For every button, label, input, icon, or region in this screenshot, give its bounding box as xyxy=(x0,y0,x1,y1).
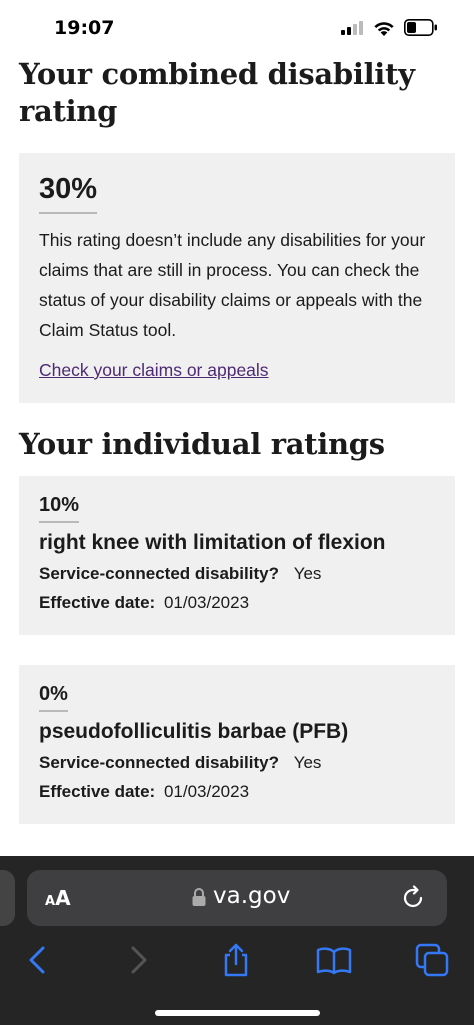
reload-icon[interactable] xyxy=(400,885,426,911)
effective-date-value: 01/03/2023 xyxy=(163,782,250,801)
check-claims-link[interactable]: Check your claims or appeals xyxy=(39,360,269,381)
rating-description: This rating doesn’t include any disabili… xyxy=(39,230,426,340)
text-size-large-glyph: A xyxy=(55,886,71,910)
effective-date-label: Effective date: xyxy=(39,782,156,801)
service-connected-row: Service-connected disability? Yes xyxy=(39,564,435,584)
combined-rating-value: 30% xyxy=(39,173,98,214)
main-content: Your combined disability rating 30% This… xyxy=(19,56,455,824)
service-connected-value: Yes xyxy=(293,753,322,772)
status-bar: 19:07 xyxy=(0,0,474,54)
wifi-icon xyxy=(374,22,394,36)
back-icon[interactable] xyxy=(20,942,56,978)
effective-date-label: Effective date: xyxy=(39,593,156,612)
status-time: 19:07 xyxy=(54,17,115,39)
url-text[interactable]: va.gov xyxy=(213,883,290,909)
rating-percent: 10% xyxy=(39,494,80,523)
disability-name: right knee with limitation of flexion xyxy=(39,531,386,554)
lock-icon xyxy=(192,888,206,906)
effective-date-row: Effective date: 01/03/2023 xyxy=(39,782,435,802)
bookmarks-icon[interactable] xyxy=(316,942,352,978)
individual-ratings-title: Your individual ratings xyxy=(19,427,385,461)
home-indicator xyxy=(155,1010,320,1016)
effective-date-row: Effective date: 01/03/2023 xyxy=(39,593,435,613)
battery-icon xyxy=(404,19,437,36)
rating-card: 0% pseudofolliculitis barbae (PFB) Servi… xyxy=(19,665,455,824)
tabs-icon[interactable] xyxy=(414,942,450,978)
forward-icon[interactable] xyxy=(120,942,156,978)
page-title: Your combined disability rating xyxy=(19,57,415,128)
previous-tab-preview[interactable] xyxy=(0,870,15,926)
share-icon[interactable] xyxy=(218,942,254,978)
rating-card: 10% right knee with limitation of flexio… xyxy=(19,476,455,635)
cellular-signal-icon xyxy=(341,21,363,35)
service-connected-row: Service-connected disability? Yes xyxy=(39,753,435,773)
service-connected-label: Service-connected disability? xyxy=(39,564,279,583)
disability-name: pseudofolliculitis barbae (PFB) xyxy=(39,720,349,743)
rating-percent: 0% xyxy=(39,683,68,712)
service-connected-label: Service-connected disability? xyxy=(39,753,279,772)
combined-rating-box: 30% This rating doesn’t include any disa… xyxy=(19,153,455,403)
text-size-small-glyph: A xyxy=(45,894,56,909)
address-bar[interactable]: AA va.gov xyxy=(27,870,447,926)
browser-toolbar: AA va.gov xyxy=(0,856,474,1025)
text-size-button[interactable]: AA xyxy=(45,886,71,910)
service-connected-value: Yes xyxy=(293,564,322,583)
effective-date-value: 01/03/2023 xyxy=(163,593,250,612)
